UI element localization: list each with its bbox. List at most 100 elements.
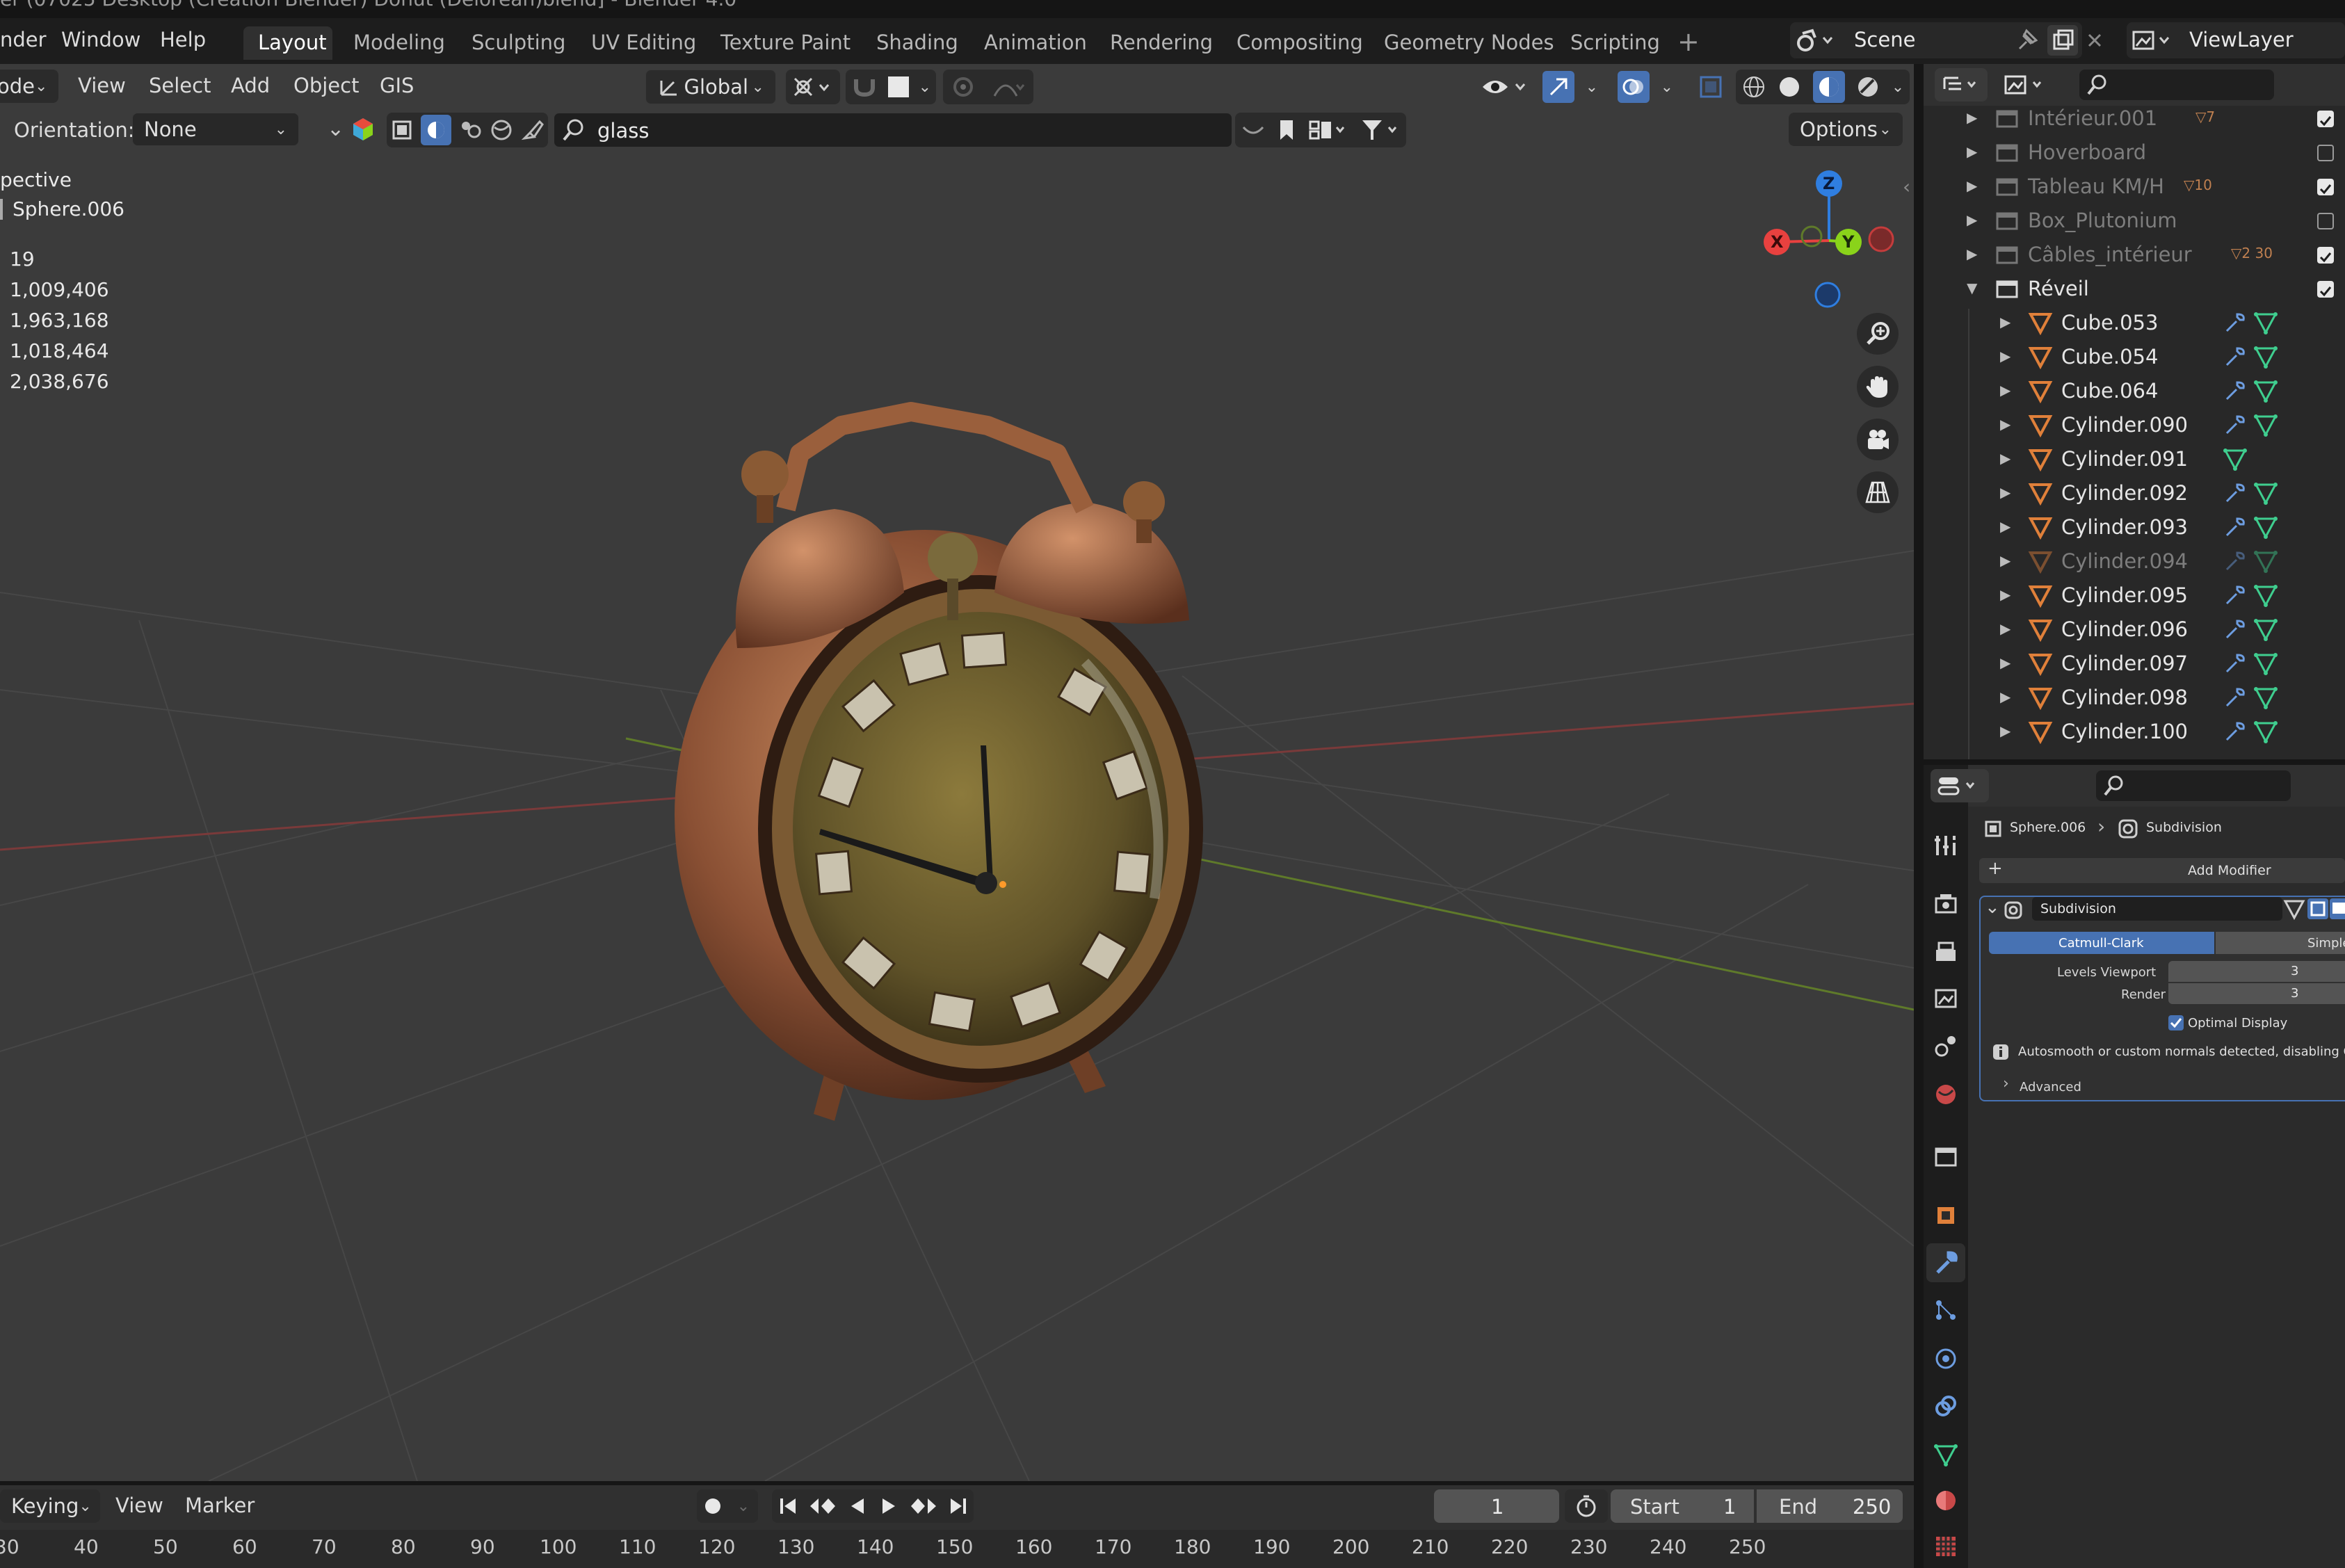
view-layer-name[interactable]: ViewLayer (2189, 28, 2294, 51)
mesh-data-icon[interactable] (2253, 412, 2278, 437)
current-frame-field[interactable]: 1 (1434, 1489, 1559, 1523)
subdivision-type-catmull-clark[interactable]: Catmull-Clark (1989, 932, 2214, 954)
mesh-data-icon[interactable] (2253, 719, 2278, 744)
wireframe-shading-icon[interactable] (1741, 74, 1766, 99)
overlays-toggle-button[interactable]: ⌄ (1612, 70, 1679, 104)
tab-rendering[interactable]: Rendering (1110, 31, 1213, 54)
render-levels-field[interactable]: 3 (2168, 983, 2345, 1004)
add-workspace-button[interactable]: + (1677, 26, 1700, 57)
tab-compositing[interactable]: Compositing (1236, 31, 1363, 54)
wrench-icon[interactable] (2223, 617, 2248, 642)
show-in-viewport-toggle[interactable] (2307, 898, 2328, 919)
play-icon[interactable] (878, 1496, 899, 1517)
expand-right-icon[interactable]: ▶ (1967, 177, 1977, 194)
pivot-point-button[interactable] (786, 70, 840, 104)
outliner-item-cylinder-095[interactable]: ▶ Cylinder.095 (1924, 579, 2345, 613)
curve-icon[interactable] (1241, 118, 1266, 143)
preview-range-toggle[interactable] (1565, 1489, 1608, 1523)
expand-down-icon[interactable]: ▼ (1967, 280, 1977, 296)
outliner-item-box-plutonium[interactable]: ▶ Box_Plutonium (1924, 204, 2345, 238)
tab-world[interactable] (1926, 1075, 1965, 1114)
viewport-divider[interactable] (1914, 64, 1924, 1568)
expand-right-icon[interactable]: ▶ (2000, 688, 2010, 705)
rendered-shading-icon[interactable] (1855, 74, 1880, 99)
mesh-data-icon[interactable] (2253, 378, 2278, 403)
new-scene-icon[interactable] (2047, 25, 2078, 56)
outliner-item-cube-064[interactable]: ▶ Cube.064 (1924, 374, 2345, 408)
menu-view[interactable]: View (78, 74, 126, 97)
pan-button[interactable] (1857, 366, 1899, 407)
editor-type-button[interactable] (1935, 68, 1988, 102)
wrench-icon[interactable] (2223, 685, 2248, 710)
proportional-edit-button[interactable] (943, 70, 1033, 104)
wrench-icon[interactable] (2223, 310, 2248, 335)
expand-right-icon[interactable]: ▶ (1967, 109, 1977, 126)
mode-dropdown[interactable]: ode ⌄ (0, 70, 58, 103)
keying-dropdown[interactable]: Keying ⌄ (0, 1489, 100, 1523)
expand-right-icon[interactable]: ▶ (2000, 382, 2010, 398)
chevron-down-icon[interactable]: ⌄ (327, 117, 344, 141)
viewport-3d[interactable] (0, 64, 1914, 1481)
tab-modeling[interactable]: Modeling (353, 31, 445, 54)
mesh-data-icon[interactable] (2253, 344, 2278, 369)
menu-file[interactable]: nder (0, 28, 47, 51)
zoom-button[interactable] (1857, 313, 1899, 355)
outliner-item-hoverboard[interactable]: ▶ Hoverboard (1924, 136, 2345, 170)
tab-geometry-nodes[interactable]: Geometry Nodes (1384, 31, 1554, 54)
outliner-item-cylinder-091[interactable]: ▶ Cylinder.091 (1924, 442, 2345, 476)
subdivision-type-simple[interactable]: Simple (2216, 932, 2345, 954)
jump-end-icon[interactable] (948, 1496, 969, 1517)
catalog-icon[interactable] (1307, 118, 1349, 143)
view-layer-icon[interactable] (2131, 28, 2173, 53)
delete-scene-icon[interactable] (2082, 28, 2107, 53)
options-dropdown[interactable]: Options ⌄ (1789, 113, 1903, 146)
wrench-icon[interactable] (2223, 549, 2248, 574)
bookmark-icon[interactable] (1276, 118, 1297, 143)
advanced-chevron-icon[interactable]: › (2003, 1075, 2009, 1092)
outliner-item-c-bles-int-rieur[interactable]: ▶ Câbles_intérieur ▽2 30 (1924, 238, 2345, 272)
filter-funnel-icon[interactable] (1360, 118, 1401, 143)
expand-right-icon[interactable]: ▶ (1967, 143, 1977, 160)
expand-right-icon[interactable]: ▶ (2000, 484, 2010, 501)
tab-collection[interactable] (1926, 1136, 1965, 1175)
scene-name[interactable]: Scene (1854, 28, 1915, 51)
tab-object[interactable] (1926, 1196, 1965, 1235)
optimal-display-checkbox[interactable] (2168, 1015, 2184, 1030)
tab-tool[interactable] (1926, 826, 1965, 865)
pin-icon[interactable] (2014, 28, 2038, 53)
expand-right-icon[interactable]: ▶ (2000, 450, 2010, 467)
tab-shading[interactable]: Shading (876, 31, 958, 54)
mesh-data-icon[interactable] (2253, 583, 2278, 608)
tab-uv-editing[interactable]: UV Editing (591, 31, 696, 54)
edit-mode-cage-icon[interactable] (2282, 897, 2306, 921)
filter-icons-group[interactable] (387, 113, 548, 147)
expand-right-icon[interactable]: ▶ (2000, 586, 2010, 603)
wrench-icon[interactable] (2223, 412, 2248, 437)
outliner-item-r-veil[interactable]: ▼ Réveil (1924, 272, 2345, 306)
expand-right-icon[interactable]: ▶ (2000, 348, 2010, 364)
exclude-checkbox[interactable] (2317, 179, 2334, 195)
properties-editor-type-button[interactable] (1931, 769, 1989, 802)
wrench-icon[interactable] (2223, 719, 2248, 744)
exclude-checkbox[interactable] (2317, 247, 2334, 264)
expand-right-icon[interactable]: ▶ (1967, 245, 1977, 262)
modifier-name-field[interactable]: Subdivision (2032, 897, 2282, 921)
navigation-gizmo[interactable]: Z Y X (1759, 167, 1899, 313)
auto-keying-button[interactable]: ⌄ (697, 1489, 758, 1523)
timeline-menu-view[interactable]: View (115, 1494, 163, 1517)
outliner-item-cylinder-094[interactable]: ▶ Cylinder.094 (1924, 544, 2345, 579)
expand-right-icon[interactable]: ▶ (2000, 416, 2010, 433)
mesh-data-icon[interactable] (2253, 651, 2278, 676)
shading-mode-group[interactable]: ⌄ (1736, 70, 1910, 104)
menu-window[interactable]: Window (61, 28, 140, 51)
expand-right-icon[interactable]: ▶ (2000, 654, 2010, 671)
asset-shelf-controls[interactable] (1235, 113, 1406, 147)
tab-material[interactable] (1926, 1481, 1965, 1520)
properties-search-input[interactable] (2096, 770, 2291, 801)
gizmo-toggle-button[interactable]: ⌄ (1537, 70, 1604, 104)
wrench-icon[interactable] (2223, 378, 2248, 403)
outliner-item-tableau-km-h[interactable]: ▶ Tableau KM/H ▽10 (1924, 170, 2345, 204)
properties-divider[interactable] (1924, 759, 2345, 765)
asset-search-input[interactable]: glass (554, 113, 1232, 147)
brush-filter-icon[interactable] (520, 118, 545, 143)
